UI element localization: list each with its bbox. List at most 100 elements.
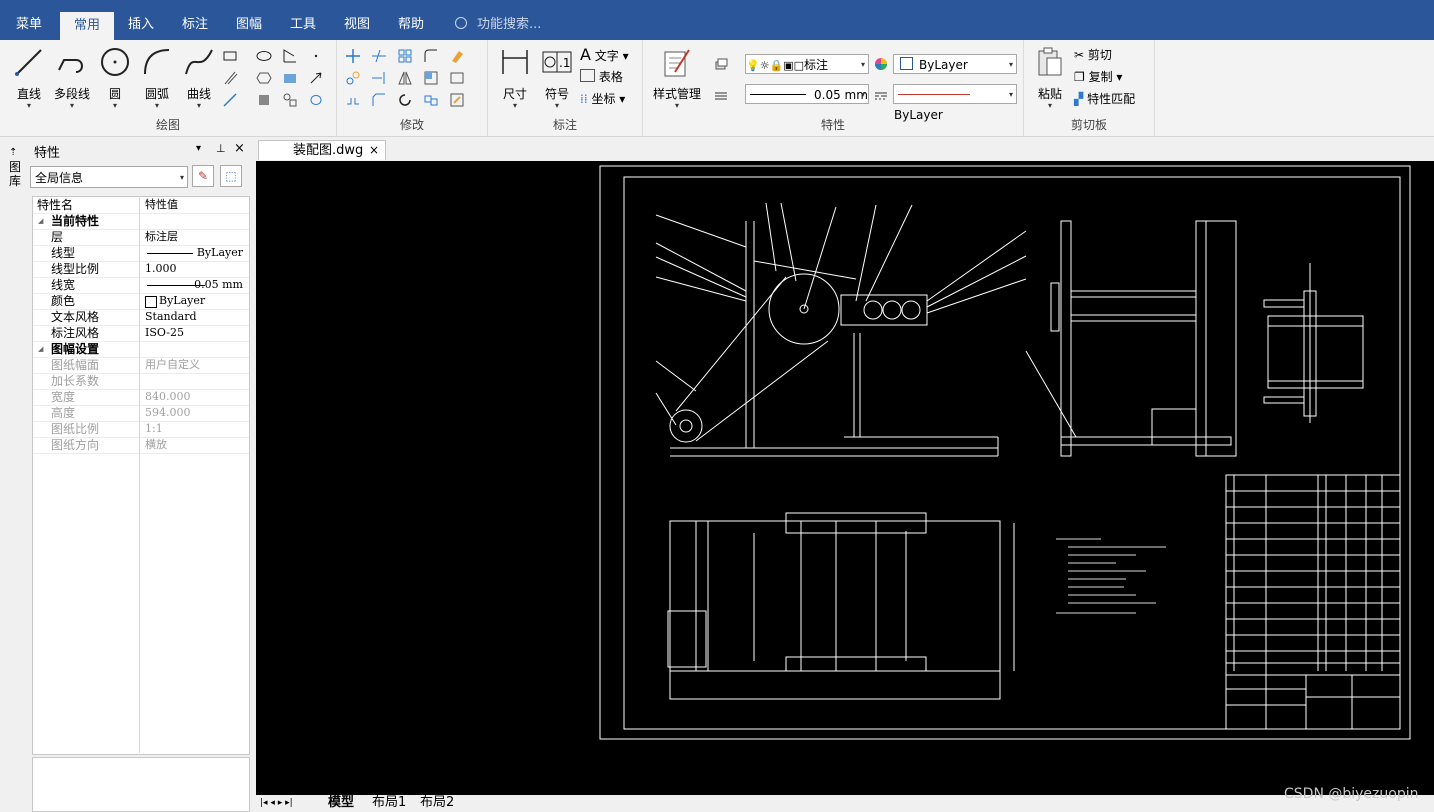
circle-button[interactable]: 圆 ▾ <box>96 46 134 110</box>
scale-icon[interactable] <box>423 70 439 86</box>
dimension-button[interactable]: 尺寸 ▾ <box>496 46 534 110</box>
lineweight-dropdown[interactable]: 0.05 mm ▾ <box>745 84 869 104</box>
lightbulb-icon <box>455 17 467 29</box>
feature-search[interactable]: 功能搜索... <box>455 10 541 40</box>
table-button[interactable]: 表格 <box>580 68 623 86</box>
property-row[interactable]: 图纸比例 1:1 <box>33 421 249 438</box>
break-icon[interactable] <box>345 92 361 108</box>
rotate-icon[interactable] <box>397 92 413 108</box>
side-tab-library[interactable]: ⇡ 图库 <box>9 146 23 188</box>
line-button[interactable]: 直线 ▾ <box>10 46 48 110</box>
arrow-tool-icon[interactable] <box>308 70 324 86</box>
offset-line-icon[interactable] <box>222 70 238 86</box>
block-icon[interactable] <box>282 92 298 108</box>
insert-block-icon[interactable] <box>308 92 324 108</box>
panel-menu-icon[interactable]: ▾ <box>196 143 201 154</box>
erase-icon[interactable] <box>449 48 465 64</box>
geometric-tolerance-icon: .1 <box>542 51 572 73</box>
symbol-button[interactable]: .1 符号 ▾ <box>538 46 576 110</box>
property-row[interactable]: 层 标注层 <box>33 229 249 246</box>
selection-dropdown[interactable]: 全局信息 ▾ <box>30 166 188 188</box>
copy-button[interactable]: ❐ 复制 ▾ <box>1074 68 1122 86</box>
property-row[interactable]: 线型 ByLayer <box>33 245 249 262</box>
tab-tools[interactable]: 工具 <box>276 10 330 40</box>
property-row[interactable]: 颜色 ByLayer <box>33 293 249 310</box>
tab-layout2[interactable]: 布局2 <box>420 795 454 812</box>
property-name: 特性名 <box>37 198 74 212</box>
fillet-icon[interactable] <box>423 48 439 64</box>
linetype-icon[interactable] <box>873 88 889 104</box>
layout-tab-bar: |◂ ◂ ▸ ▸| 模型 布局1 布局2 <box>256 795 1434 812</box>
property-row[interactable]: 图纸幅面 用户自定义 <box>33 357 249 374</box>
array-icon[interactable] <box>397 48 413 64</box>
rectangle-icon[interactable] <box>222 48 238 64</box>
layer-dropdown[interactable]: 💡☼🔒▣□标注 ▾ <box>745 54 869 74</box>
property-row[interactable]: 图纸方向 横放 <box>33 437 249 454</box>
tab-annotate[interactable]: 标注 <box>168 10 222 40</box>
quick-select-button[interactable]: ✎ <box>192 165 214 187</box>
tab-view[interactable]: 视图 <box>330 10 384 40</box>
property-row[interactable]: 线型比例 1.000 <box>33 261 249 278</box>
tab-model[interactable]: 模型 <box>328 795 354 812</box>
document-tab[interactable]: 装配图.dwg × <box>258 140 386 160</box>
lineweight-icon[interactable] <box>713 88 729 104</box>
arc-button[interactable]: 圆弧 ▾ <box>138 46 176 110</box>
paste-button[interactable]: 粘贴 ▾ <box>1030 46 1070 110</box>
table-header[interactable]: 特性名 特性值 <box>33 197 249 214</box>
section-header[interactable]: 当前特性 ◢ <box>33 213 249 230</box>
match-properties-button[interactable]: ▞ 特性匹配 <box>1074 90 1135 108</box>
property-name: 颜色 <box>51 294 76 308</box>
layer-manager-icon[interactable] <box>713 56 729 72</box>
menu-bar: 菜单 常用 插入 标注 图幅 工具 视图 帮助 功能搜索... <box>0 0 1434 40</box>
stretch-icon[interactable] <box>449 70 465 86</box>
section-header[interactable]: 图幅设置 ◢ <box>33 341 249 358</box>
hatch-icon[interactable] <box>282 70 298 86</box>
chamfer-icon[interactable] <box>371 92 387 108</box>
polyline-button[interactable]: 多段线 ▾ <box>52 46 92 110</box>
region-icon[interactable] <box>256 92 272 108</box>
pin-icon[interactable]: ⊥ <box>216 142 226 155</box>
tab-insert[interactable]: 插入 <box>114 10 168 40</box>
property-value: 840.000 <box>145 390 191 403</box>
trim-icon[interactable] <box>371 48 387 64</box>
move-icon[interactable] <box>345 48 361 64</box>
linetype-dropdown[interactable]: ByLayer ▾ <box>893 84 1017 122</box>
menu-main[interactable]: 菜单 <box>2 10 56 40</box>
point-icon[interactable] <box>308 48 324 64</box>
property-row[interactable]: 标注风格 ISO-25 <box>33 325 249 342</box>
watermark: CSDN @biyezuopin <box>1284 786 1419 802</box>
copy-object-icon[interactable] <box>345 70 361 86</box>
tab-sheet[interactable]: 图幅 <box>222 10 276 40</box>
text-button[interactable]: A 文字 ▾ <box>580 46 629 64</box>
property-row[interactable]: 高度 594.000 <box>33 405 249 422</box>
tab-layout1[interactable]: 布局1 <box>372 795 406 812</box>
ellipse-icon[interactable] <box>256 48 272 64</box>
close-tab-icon[interactable]: × <box>369 141 379 160</box>
select-objects-button[interactable]: ⬚ <box>220 165 242 187</box>
tab-help[interactable]: 帮助 <box>384 10 438 40</box>
linetype-sample <box>898 94 970 95</box>
property-row[interactable]: 线宽 0.05 mm <box>33 277 249 294</box>
coordinate-button[interactable]: ⁞⁞ 坐标 ▾ <box>580 90 625 108</box>
hexagon-icon[interactable] <box>256 70 272 86</box>
property-row[interactable]: 加长系数 <box>33 373 249 390</box>
property-row[interactable]: 文本风格 Standard <box>33 309 249 326</box>
edit-object-icon[interactable] <box>449 92 465 108</box>
collapse-icon[interactable]: ◢ <box>38 341 43 357</box>
explode-icon[interactable] <box>423 92 439 108</box>
color-wheel-icon[interactable] <box>873 56 889 72</box>
cut-button[interactable]: ✂ 剪切 <box>1074 46 1112 64</box>
tab-home[interactable]: 常用 <box>60 12 115 40</box>
mirror-icon[interactable] <box>397 70 413 86</box>
collapse-icon[interactable]: ◢ <box>38 213 43 229</box>
drawing-canvas[interactable] <box>256 161 1434 795</box>
close-icon[interactable]: × <box>234 141 245 156</box>
extend-icon[interactable] <box>371 70 387 86</box>
angle-icon[interactable] <box>282 48 298 64</box>
first-tab-icon[interactable]: |◂ ◂ ▸ ▸| <box>260 795 293 812</box>
style-manager-button[interactable]: 样式管理 ▾ <box>649 46 705 110</box>
construction-line-icon[interactable] <box>222 92 238 108</box>
property-row[interactable]: 宽度 840.000 <box>33 389 249 406</box>
color-dropdown[interactable]: ByLayer ▾ <box>893 54 1017 74</box>
curve-button[interactable]: 曲线 ▾ <box>180 46 218 110</box>
